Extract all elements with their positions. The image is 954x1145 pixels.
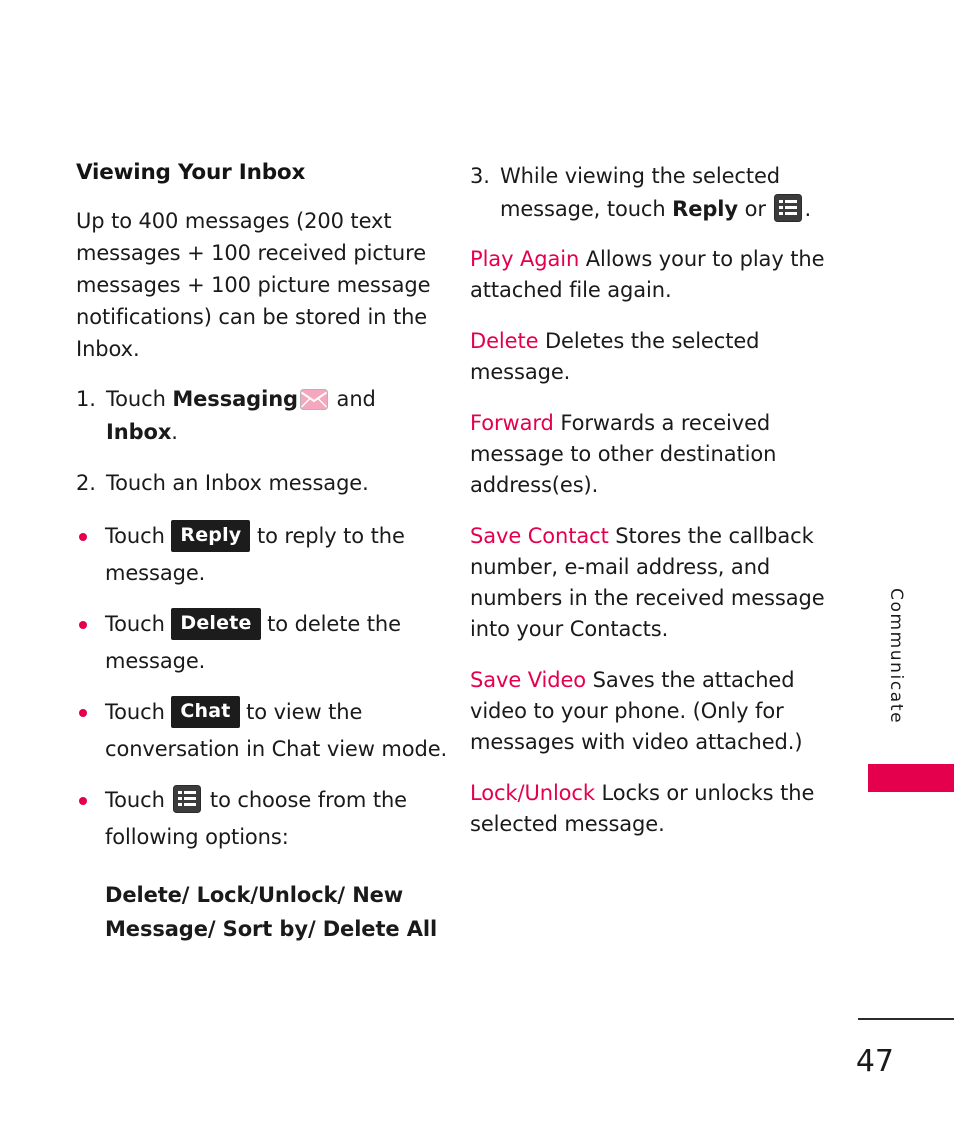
step-text-before: Touch [106,387,173,411]
list-menu-icon[interactable] [173,785,202,813]
step-text-mid: and [329,387,376,411]
term-play-again: Play Again [470,247,580,271]
intro-paragraph: Up to 400 messages (200 text messages + … [76,209,431,361]
definition-item: Forward Forwards a received message to o… [470,408,842,501]
step-text-mid: or [738,197,773,221]
envelope-icon [299,389,328,410]
bullet-text-before: Touch [105,700,172,724]
manual-page: Viewing Your Inbox Up to 400 messages (2… [0,0,954,1145]
numbered-steps-right: 3. While viewing the selected message, to… [470,160,842,226]
footer-divider [858,1018,954,1020]
list-item: 3. While viewing the selected message, to… [470,160,842,226]
section-marker [868,764,954,792]
options-line: Delete/ Lock/Unlock/ New Message/ Sort b… [105,883,438,941]
step-number: 1. [76,387,96,411]
chat-button[interactable]: Chat [171,696,240,728]
right-column: 3. While viewing the selected message, to… [470,160,842,860]
definition-item: Play Again Allows your to play the attac… [470,244,842,306]
side-tab-label: Communicate [886,588,906,725]
definition-list: Play Again Allows your to play the attac… [470,244,842,840]
term-save-contact: Save Contact [470,524,609,548]
list-item: Touch Delete to delete the message. [76,606,448,680]
definition-item: Save Video Saves the attached video to y… [470,665,842,758]
bullet-text-before: Touch [105,788,172,812]
step-bold-messaging: Messaging [172,387,298,411]
step-text: Touch an Inbox message. [106,471,369,495]
term-forward: Forward [470,411,554,435]
list-item: Touch Reply to reply to the message. [76,518,448,592]
reply-button[interactable]: Reply [171,520,251,552]
term-delete: Delete [470,329,539,353]
bullet-dot-icon [79,797,87,805]
bullet-text-before: Touch [105,524,172,548]
list-item: 2. Touch an Inbox message. [76,467,448,500]
bullet-dot-icon [79,621,87,629]
step-text-after: . [171,420,178,444]
numbered-steps-left: 1. Touch Messaging and Inbox. 2. Touch an … [76,383,448,500]
page-number: 47 [855,1044,894,1079]
term-save-video: Save Video [470,668,587,692]
definition-item: Save Contact Stores the callback number,… [470,521,842,645]
list-item: Touch Chat to view the conversation in C… [76,694,448,768]
bullet-dot-icon [79,709,87,717]
step-text-after: . [804,197,812,221]
left-column: Viewing Your Inbox Up to 400 messages (2… [76,160,448,946]
list-item: Touch to choose from the following optio… [76,782,448,856]
bullet-list-left: Touch Reply to reply to the message. Tou… [76,518,448,856]
bullet-dot-icon [79,533,87,541]
bullet-text-before: Touch [105,612,172,636]
page-title: Viewing Your Inbox [76,160,306,185]
step-bold-reply: Reply [672,197,738,221]
list-menu-icon[interactable] [774,194,803,222]
definition-item: Delete Deletes the selected message. [470,326,842,388]
step-number: 3. [470,164,490,188]
step-bold-inbox: Inbox [106,420,172,444]
term-lock-unlock: Lock/Unlock [470,781,595,805]
step-number: 2. [76,471,96,495]
list-item: 1. Touch Messaging and Inbox. [76,383,448,449]
delete-button[interactable]: Delete [171,608,261,640]
definition-item: Lock/Unlock Locks or unlocks the selecte… [470,778,842,840]
